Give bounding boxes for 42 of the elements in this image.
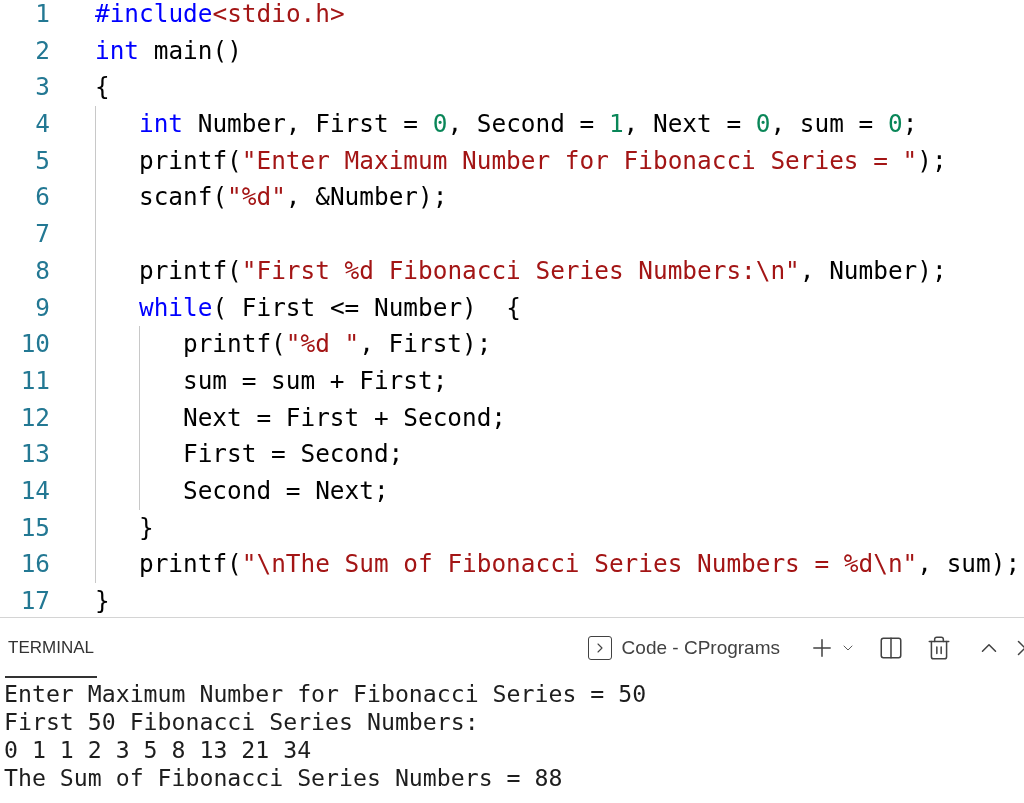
line-number: 4 [34,108,50,141]
terminal-tab[interactable]: TERMINAL [5,618,97,678]
code-line: } [95,585,110,617]
line-number: 10 [19,328,50,361]
line-number: 14 [19,474,50,507]
code-line: int Number, First = 0, Second = 1, Next = 0, sum = 0; [139,108,918,141]
code-line: printf("%d ", First); [183,328,492,361]
line-number: 6 [34,181,50,214]
line-number: 17 [19,585,50,617]
code-line: while( First <= Number) { [139,291,521,324]
line-number: 15 [19,511,50,544]
code-line: printf("First %d Fibonacci Series Numbers:\n", Number); [139,254,947,287]
code-line: printf("\nThe Sum of Fibonacci Series Numbers = %d\n", sum); [139,548,1021,581]
code-line: #include<stdio.h> [95,0,345,30]
code-line: sum = sum + First; [183,364,448,397]
line-number: 3 [34,71,50,104]
line-number: 9 [34,291,50,324]
code-line: int main() [95,34,242,67]
code-line: First = Second; [183,438,404,471]
terminal-name[interactable]: Code - CPrograms [621,633,780,663]
line-number: 11 [19,364,50,397]
terminal-output-line: Enter Maximum Number for Fibonacci Series = 50 [4,680,647,708]
code-line: Next = First + Second; [183,401,507,434]
code-line: { [95,71,110,104]
line-number: 2 [34,34,50,67]
line-number: 7 [34,218,50,251]
line-number: 16 [19,548,50,581]
line-number: 12 [19,401,50,434]
terminal-output-line: First 50 Fibonacci Series Numbers: [4,708,479,736]
line-number: 1 [34,0,50,30]
split-icon[interactable] [878,635,904,661]
line-number: 13 [19,438,50,471]
code-line: } [139,511,154,544]
code-line: scanf("%d", &Number); [139,181,448,214]
terminal-icon[interactable] [587,636,612,660]
line-number: 8 [34,254,50,287]
terminal-output-line: The Sum of Fibonacci Series Numbers = 88 [4,764,563,792]
trash-icon[interactable] [926,635,952,661]
code-line: Second = Next; [183,474,389,507]
code-line: printf("Enter Maximum Number for Fibonacci Series = "); [139,144,947,177]
line-number: 5 [34,144,50,177]
terminal-output-line: 0 1 1 2 3 5 8 13 21 34 [4,736,312,764]
